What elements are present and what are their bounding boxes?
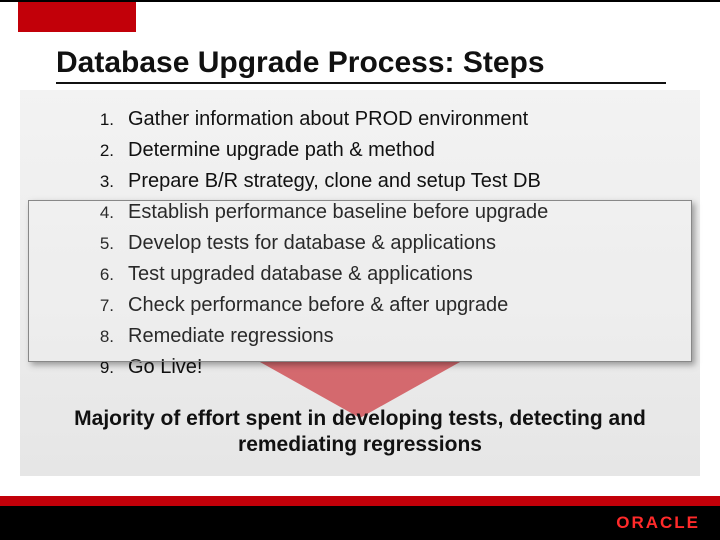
list-item-text: Gather information about PROD environmen… (128, 108, 528, 131)
list-item-text: Remediate regressions (128, 325, 334, 348)
oracle-logo: ORACLE (616, 513, 700, 533)
list-item: 1. Gather information about PROD environ… (84, 108, 670, 139)
list-item: 4. Establish performance baseline before… (84, 201, 670, 232)
corner-red-block (18, 2, 136, 32)
slide: Database Upgrade Process: Steps 1. Gathe… (0, 0, 720, 540)
footer-red-bar (0, 496, 720, 506)
list-item-text: Determine upgrade path & method (128, 139, 435, 162)
list-item: 2. Determine upgrade path & method (84, 139, 670, 170)
list-item-text: Establish performance baseline before up… (128, 201, 548, 224)
list-item: 3. Prepare B/R strategy, clone and setup… (84, 170, 670, 201)
list-item-number: 6. (84, 265, 114, 285)
list-item-number: 7. (84, 296, 114, 316)
list-item: 5. Develop tests for database & applicat… (84, 232, 670, 263)
list-item-text: Prepare B/R strategy, clone and setup Te… (128, 170, 541, 193)
list-item-number: 3. (84, 172, 114, 192)
list-item-text: Check performance before & after upgrade (128, 294, 508, 317)
list-item-number: 2. (84, 141, 114, 161)
list-item-text: Develop tests for database & application… (128, 232, 496, 255)
list-item: 7. Check performance before & after upgr… (84, 294, 670, 325)
list-item-number: 5. (84, 234, 114, 254)
list-item: 9. Go Live! (84, 356, 670, 387)
list-item-number: 4. (84, 203, 114, 223)
slide-title: Database Upgrade Process: Steps (56, 46, 545, 80)
caption-text: Majority of effort spent in developing t… (0, 406, 720, 459)
list-item: 8. Remediate regressions (84, 325, 670, 356)
list-item-number: 8. (84, 327, 114, 347)
list-item-number: 9. (84, 358, 114, 378)
footer: ORACLE (0, 496, 720, 540)
footer-black-bar: ORACLE (0, 506, 720, 540)
list-item-number: 1. (84, 110, 114, 130)
list-item: 6. Test upgraded database & applications (84, 263, 670, 294)
list-item-text: Go Live! (128, 356, 202, 379)
title-underline (56, 82, 666, 84)
list-item-text: Test upgraded database & applications (128, 263, 473, 286)
steps-list: 1. Gather information about PROD environ… (84, 108, 670, 387)
